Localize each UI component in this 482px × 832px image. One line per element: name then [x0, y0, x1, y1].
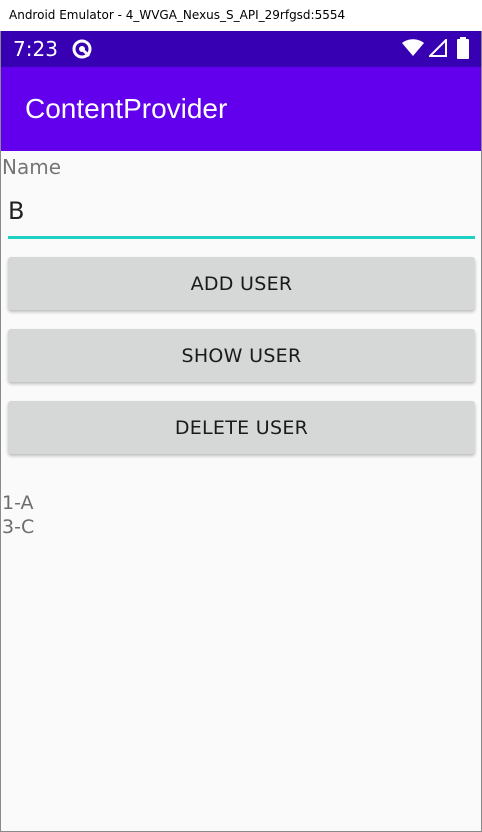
- list-item: 3-C: [2, 516, 35, 538]
- app-title: ContentProvider: [25, 93, 228, 124]
- name-input[interactable]: [8, 189, 475, 239]
- add-user-button[interactable]: ADD USER: [8, 257, 475, 310]
- user-list: 1-A 3-C: [2, 491, 34, 539]
- device-screen: 7:23 ContentProvider Name ADD USER SHOW …: [0, 31, 482, 832]
- list-item: 1-A: [2, 492, 34, 514]
- name-label: Name: [2, 155, 62, 179]
- app-bar: ContentProvider: [1, 67, 481, 151]
- app-notification-icon: [72, 39, 92, 59]
- delete-user-button[interactable]: DELETE USER: [8, 401, 475, 454]
- show-user-button[interactable]: SHOW USER: [8, 329, 475, 382]
- status-bar: 7:23: [1, 31, 481, 67]
- status-time: 7:23: [13, 37, 58, 61]
- cell-signal-icon: [429, 39, 447, 57]
- emulator-window-title: Android Emulator - 4_WVGA_Nexus_S_API_29…: [0, 0, 482, 31]
- wifi-icon: [402, 39, 424, 56]
- battery-icon: [457, 37, 469, 59]
